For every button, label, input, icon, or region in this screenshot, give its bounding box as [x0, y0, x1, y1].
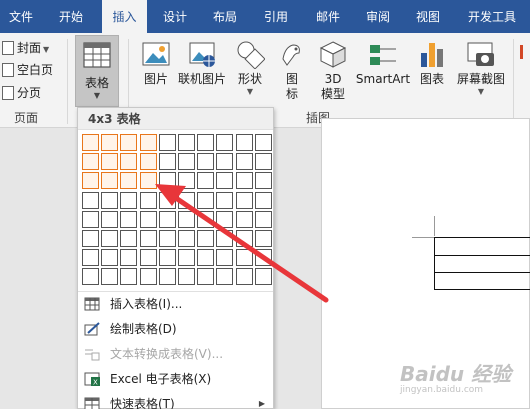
annotation-arrow: [155, 184, 329, 303]
watermark-text: Baidu 经验: [400, 362, 512, 386]
watermark: Baidu 经验 jingyan.baidu.com: [400, 358, 530, 408]
arrow-shaft: [167, 191, 329, 303]
